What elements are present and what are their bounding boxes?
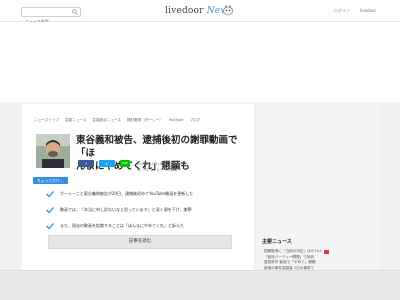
ad-banner-area — [0, 22, 400, 102]
summary-point: ガーシーこと東谷義和被告が20日、逮捕後初めてYouTube動画を更新した — [46, 189, 246, 199]
facebook-share-button[interactable]: f — [78, 160, 94, 167]
summary-point: また、過去の動画を拡散することは「ほんまにやめてくれ」と訴えた — [46, 221, 246, 231]
logo-text: livedoor — [165, 6, 204, 16]
twitter-share-button[interactable]: t — [99, 160, 115, 167]
breadcrumb-item[interactable]: ニューストップ — [34, 118, 59, 123]
check-icon — [46, 207, 54, 213]
line-share-button[interactable]: LINE — [120, 160, 130, 167]
mascot-icon — [223, 4, 233, 16]
breadcrumb-item[interactable]: 芸能ニュース — [65, 118, 86, 123]
facebook-icon: f — [85, 161, 87, 166]
check-icon — [46, 223, 54, 229]
breadcrumb-item[interactable]: YouTube — [169, 118, 184, 123]
summary-points: ガーシーこと東谷義和被告が20日、逮捕後初めてYouTube動画を更新した 動画… — [46, 189, 246, 237]
line-icon: LINE — [122, 162, 128, 165]
article-photo — [36, 134, 70, 168]
login-link[interactable]: ログイン — [334, 8, 350, 14]
summary-tag: ちょっとだけ… — [33, 177, 68, 184]
person-photo-icon — [36, 134, 70, 168]
breadcrumb-item[interactable]: 樋村範男（ガーシー） — [127, 118, 163, 123]
breadcrumb-item[interactable]: 芸能総合ニュース — [92, 118, 121, 123]
check-icon — [46, 191, 54, 197]
breadcrumb-item[interactable]: ブログ — [189, 118, 200, 123]
site-header: livedoor News ログイン livedoor — [0, 0, 400, 26]
breadcrumb: ニューストップ 芸能ニュース 芸能総合ニュース 樋村範男（ガーシー） YouTu… — [34, 118, 206, 123]
twitter-icon: t — [106, 161, 108, 166]
ranking-title: 主要ニュース — [262, 239, 292, 245]
article-date: 2023年11月18日 17時00分 — [137, 162, 183, 166]
article-author: by シネマトゥデイの意見 — [137, 168, 178, 172]
sidebar-panel — [256, 104, 380, 270]
search-box[interactable] — [21, 7, 81, 26]
new-badge-icon — [324, 249, 330, 254]
search-icon[interactable] — [72, 9, 78, 15]
bottom-ad-bar — [0, 270, 400, 300]
read-article-button[interactable]: 記事を読む — [48, 235, 232, 249]
livedoor-link[interactable]: livedoor — [360, 8, 376, 13]
summary-point: 動画では、「本当に申し訳ないなと思っています」と深く頭を下げ、謝罪 — [46, 205, 246, 215]
